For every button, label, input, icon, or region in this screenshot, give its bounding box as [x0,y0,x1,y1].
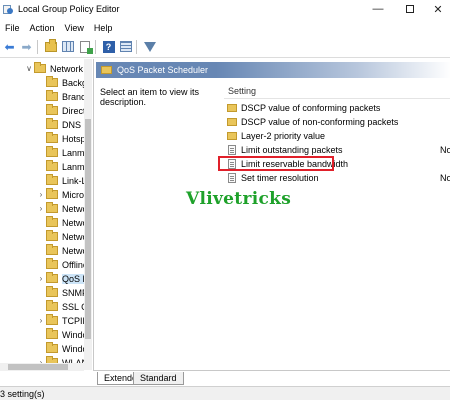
status-text: 3 setting(s) [0,388,45,399]
expand-chevron-icon[interactable]: › [36,190,46,199]
folder-icon [101,66,112,74]
tree-item-network[interactable]: ∨ Network [24,62,92,75]
folder-icon [46,272,58,283]
maximize-button[interactable] [396,0,424,18]
maximize-icon [406,5,414,13]
export-list-button[interactable] [77,39,93,54]
folder-icon [46,132,58,143]
setting-name: Set timer resolution [241,173,319,183]
help-button[interactable]: ? [101,39,116,54]
filter-icon [143,41,156,52]
expand-chevron-icon[interactable]: › [36,274,46,283]
folder-icon [46,216,58,227]
folder-icon [46,76,58,87]
forward-arrow-icon: ➡ [21,39,32,54]
group-policy-app-icon [3,4,13,14]
folder-icon [46,342,58,353]
setting-name: DSCP value of conforming packets [241,103,381,113]
tree-item-label: Network [50,63,84,74]
highlight-annotation-box [218,156,334,171]
folder-icon [46,258,58,269]
tab-standard[interactable]: Standard [133,372,184,385]
menu-view[interactable]: View [60,23,89,33]
folder-icon [227,118,237,126]
folder-icon [46,174,58,185]
column-setting[interactable]: Setting [228,86,256,96]
toolbar-separator [95,39,96,54]
policy-setting-icon [228,145,236,155]
folder-icon [46,300,58,311]
menu-bar: File Action View Help [0,19,450,36]
folder-icon [46,230,58,241]
folder-icon [46,314,58,325]
minimize-button[interactable]: — [364,0,392,18]
folder-icon [46,328,58,339]
forward-button[interactable]: ➡ [19,39,34,54]
list-item[interactable]: Set timer resolution Not [224,171,450,185]
up-one-level-button[interactable] [43,38,58,54]
show-hide-tree-button[interactable] [60,39,75,54]
close-button[interactable]: ✕ [424,0,450,18]
menu-action[interactable]: Action [25,23,60,33]
toolbar-separator [136,39,137,54]
folder-icon [34,62,46,73]
help-icon: ? [102,40,115,53]
show-hide-tree-icon [61,41,74,52]
pane-header-gradient [216,62,450,78]
policy-setting-icon [228,173,236,183]
back-button[interactable]: ⬅ [2,39,17,54]
setting-state: Not [440,145,450,155]
list-item[interactable]: Limit outstanding packets Not [224,143,450,157]
view-tabs: Extended Standard [93,370,450,385]
folder-icon [227,132,237,140]
expand-chevron-icon[interactable]: › [36,204,46,213]
column-header[interactable]: Setting [224,85,450,99]
up-folder-icon [44,38,57,52]
folder-icon [46,118,58,129]
tree-horizontal-scrollbar[interactable] [0,363,84,371]
list-item[interactable]: Layer-2 priority value [224,129,450,143]
filter-button[interactable] [142,39,157,54]
details-pane: QoS Packet Scheduler Select an item to v… [93,59,450,370]
properties-icon [119,41,132,52]
properties-button[interactable] [118,39,133,54]
folder-icon [46,202,58,213]
title-bar: Local Group Policy Editor — ✕ [0,0,450,18]
menu-file[interactable]: File [0,23,25,33]
setting-state: Not [440,173,450,183]
status-bar: 3 setting(s) [0,386,450,400]
setting-name: DSCP value of non-conforming packets [241,117,399,127]
setting-name: Layer-2 priority value [241,131,326,141]
export-list-icon [79,40,93,54]
menu-help[interactable]: Help [89,23,118,33]
tree-footer [0,371,92,385]
folder-icon [46,244,58,255]
console-tree[interactable]: ∨ Network Backgr Branch DirectA DNS C Ho… [0,59,92,370]
description-text: Select an item to view its description. [100,87,200,107]
folder-icon [46,286,58,297]
list-item[interactable]: DSCP value of non-conforming packets [224,115,450,129]
setting-name: Limit outstanding packets [241,145,343,155]
pane-header: QoS Packet Scheduler [96,62,216,78]
window-title: Local Group Policy Editor [18,4,120,14]
scrollbar-thumb[interactable] [8,364,68,370]
folder-icon [46,188,58,199]
folder-icon [46,146,58,157]
collapse-chevron-icon[interactable]: ∨ [24,64,34,73]
folder-icon [227,104,237,112]
folder-icon [46,160,58,171]
folder-icon [46,90,58,101]
scrollbar-thumb[interactable] [85,119,91,339]
list-item[interactable]: DSCP value of conforming packets [224,101,450,115]
toolbar-separator [37,39,38,54]
back-arrow-icon: ⬅ [4,39,15,54]
tree-vertical-scrollbar[interactable] [84,59,92,370]
expand-chevron-icon[interactable]: › [36,316,46,325]
toolbar: ⬅ ➡ ? [0,36,450,58]
pane-header-title: QoS Packet Scheduler [117,65,209,75]
folder-icon [46,104,58,115]
watermark-text: Vlivetricks [186,189,292,209]
